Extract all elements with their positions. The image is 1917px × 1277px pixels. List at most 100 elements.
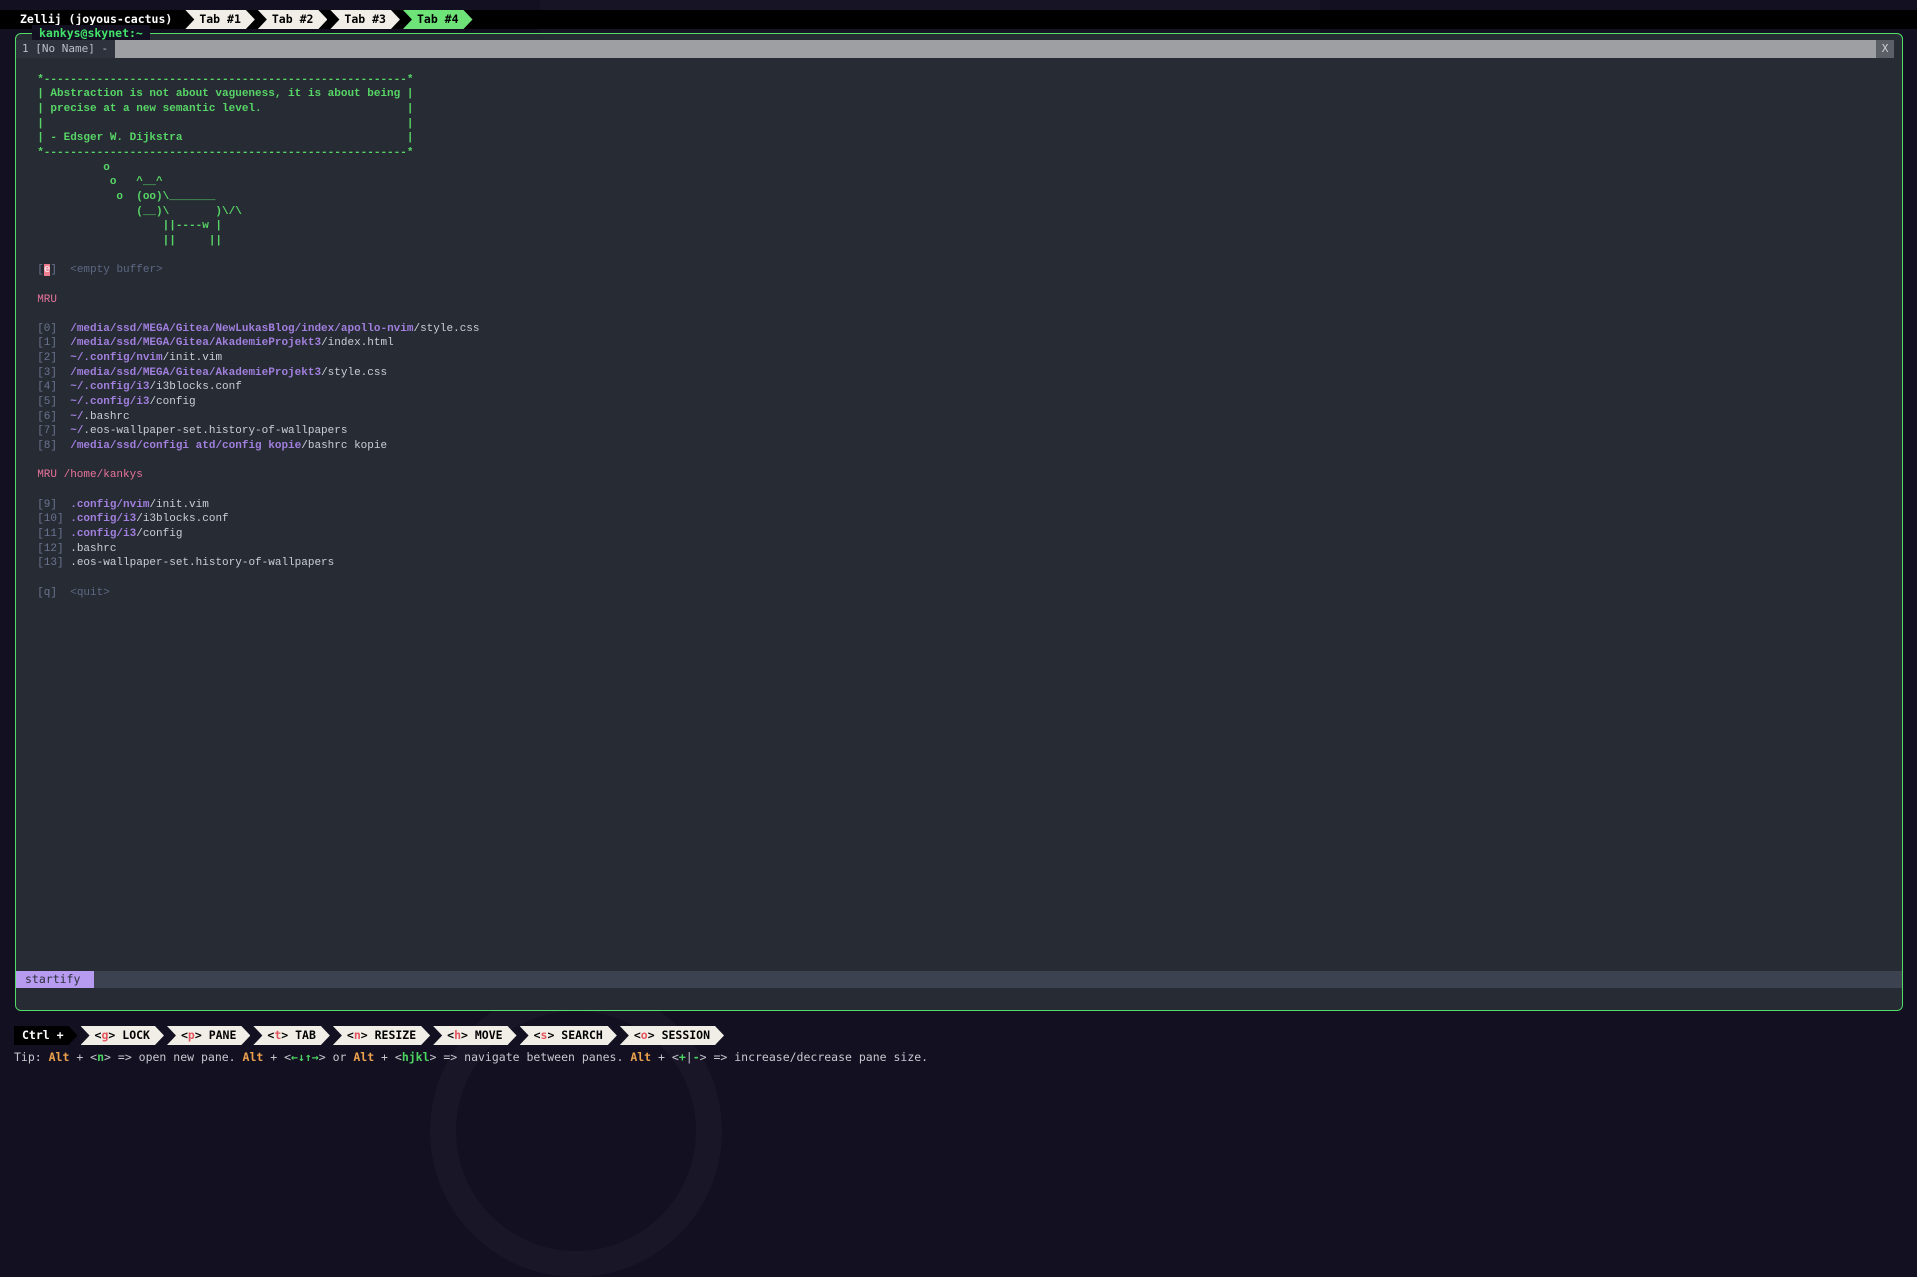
buffer-text: ~/ — [70, 411, 83, 423]
keybar-text: > MOVE — [461, 1028, 503, 1042]
buffer-text: /i3blocks.conf — [136, 513, 228, 525]
buffer-text: | - Edsger W. Dijkstra | — [24, 132, 413, 144]
vim-tabline: 1 [No Name] - X — [16, 40, 1902, 58]
tab-close-button[interactable]: X — [1876, 40, 1894, 58]
keybar-text: < — [181, 1028, 188, 1042]
vim-editor: 1 [No Name] - X *-----------------------… — [16, 34, 1902, 1010]
tip-text: > => increase/decrease pane size. — [700, 1050, 928, 1064]
buffer-text: [3] — [24, 367, 70, 379]
tip-text: + < — [263, 1050, 291, 1064]
buffer-text: /media/ssd/MEGA/Gitea/NewLukasBlog/index… — [70, 323, 413, 335]
startify-buffer[interactable]: *---------------------------------------… — [16, 58, 1902, 600]
buffer-text: /i3blocks.conf — [149, 381, 241, 393]
vim-tab-label[interactable]: 1 [No Name] - — [16, 40, 115, 58]
tip-text: Alt — [243, 1050, 264, 1064]
terminal-pane[interactable]: kankys@skynet:~ 1 [No Name] - X *-------… — [15, 33, 1903, 1011]
vim-tabline-fill — [115, 40, 1876, 58]
keybar-item-search[interactable]: <s> SEARCH — [520, 1026, 617, 1045]
buffer-text: /media/ssd/MEGA/Gitea/AkademieProjekt3 — [70, 337, 321, 349]
keybar-text: < — [634, 1028, 641, 1042]
keybar-text: p — [188, 1028, 195, 1042]
buffer-text: MRU — [24, 294, 57, 306]
tip-text: > => open new pane. — [104, 1050, 242, 1064]
tip-text: ←↓↑→ — [291, 1050, 319, 1064]
keybar-text: > LOCK — [108, 1028, 150, 1042]
keybar-item-move[interactable]: <h> MOVE — [433, 1026, 516, 1045]
tip-text: | — [686, 1050, 693, 1064]
buffer-text: o ^__^ — [24, 176, 163, 188]
keybar-item-resize[interactable]: <n> RESIZE — [333, 1026, 430, 1045]
buffer-text: .bashrc — [70, 543, 116, 555]
tip-text: Alt — [630, 1050, 651, 1064]
buffer-text: <empty buffer> — [70, 264, 162, 276]
keybar-item-pane[interactable]: <p> PANE — [167, 1026, 250, 1045]
buffer-text: [12] — [24, 543, 70, 555]
tip-text: Alt — [353, 1050, 374, 1064]
buffer-text: [11] — [24, 528, 70, 540]
buffer-text: .config/nvim — [70, 499, 149, 511]
tab-tab-4[interactable]: Tab #4 — [403, 10, 473, 29]
keybar-item-lock[interactable]: <g> LOCK — [81, 1026, 164, 1045]
vim-command-line — [16, 988, 1902, 1010]
buffer-text: /bashrc kopie — [301, 440, 387, 452]
keybar-text: o — [641, 1028, 648, 1042]
buffer-text: [6] — [24, 411, 70, 423]
buffer-text: [10] — [24, 513, 70, 525]
buffer-text: [4] — [24, 381, 70, 393]
buffer-text: [5] — [24, 396, 70, 408]
buffer-text: [8] — [24, 440, 70, 452]
buffer-text: .eos-wallpaper-set.history-of-wallpapers — [70, 557, 334, 569]
buffer-text: /media/ssd/configi atd/config kopie — [70, 440, 301, 452]
tip-text: + < — [374, 1050, 402, 1064]
tip-line: Tip: Alt + <n> => open new pane. Alt + <… — [14, 1049, 928, 1066]
keybar-text: > SEARCH — [547, 1028, 602, 1042]
buffer-text: o — [24, 162, 110, 174]
buffer-text: *---------------------------------------… — [24, 147, 413, 159]
buffer-text: MRU /home/kankys — [24, 469, 143, 481]
buffer-text: <quit> — [70, 587, 110, 599]
zellij-tab-bar: Zellij (joyous-cactus) Tab #1Tab #2Tab #… — [0, 10, 1917, 29]
buffer-text: ] — [50, 264, 70, 276]
buffer-text: [9] — [24, 499, 70, 511]
buffer-text: [ — [24, 264, 44, 276]
keybar-item-session[interactable]: <o> SESSION — [620, 1026, 724, 1045]
keybar-modifier: Ctrl + — [14, 1026, 78, 1045]
keybar-text: > TAB — [281, 1028, 316, 1042]
tip-text: Tip: — [14, 1050, 49, 1064]
buffer-text: ~/ — [70, 425, 83, 437]
tab-list: Tab #1Tab #2Tab #3Tab #4 — [182, 10, 472, 29]
buffer-text: (__)\ )\/\ — [24, 206, 242, 218]
buffer-text: | Abstraction is not about vagueness, it… — [24, 88, 413, 100]
keybar-text: < — [347, 1028, 354, 1042]
statusline-mode: startify — [16, 971, 94, 988]
buffer-text: /init.vim — [163, 352, 222, 364]
buffer-text: || || — [24, 235, 222, 247]
keybar-text: > SESSION — [648, 1028, 710, 1042]
tab-tab-3[interactable]: Tab #3 — [330, 10, 400, 29]
keybar-item-tab[interactable]: <t> TAB — [253, 1026, 330, 1045]
tip-text: n — [97, 1050, 104, 1064]
tip-text: > => navigate between panes. — [430, 1050, 631, 1064]
tip-text: - — [693, 1050, 700, 1064]
vim-statusline: startify — [16, 971, 1902, 988]
tip-text: > or — [319, 1050, 354, 1064]
buffer-text: .eos-wallpaper-set.history-of-wallpapers — [83, 425, 347, 437]
keybar-text: h — [454, 1028, 461, 1042]
buffer-text: | precise at a new semantic level. | — [24, 103, 413, 115]
keybar-items: <g> LOCK<p> PANE<t> TAB<n> RESIZE<h> MOV… — [78, 1026, 724, 1045]
buffer-text: ~/.config/i3 — [70, 381, 149, 393]
buffer-text: .config/i3 — [70, 513, 136, 525]
buffer-text: o (oo)\_______ — [24, 191, 215, 203]
buffer-text: .bashrc — [83, 411, 129, 423]
tip-text: Alt — [49, 1050, 70, 1064]
buffer-text: /media/ssd/MEGA/Gitea/AkademieProjekt3 — [70, 367, 321, 379]
keybar-text: n — [354, 1028, 361, 1042]
buffer-text: *---------------------------------------… — [24, 74, 413, 86]
tab-tab-2[interactable]: Tab #2 — [258, 10, 328, 29]
buffer-text: /config — [136, 528, 182, 540]
buffer-text: [2] — [24, 352, 70, 364]
tip-text: + < — [69, 1050, 97, 1064]
buffer-text: /style.css — [321, 367, 387, 379]
tip-text: + — [679, 1050, 686, 1064]
tab-tab-1[interactable]: Tab #1 — [185, 10, 255, 29]
